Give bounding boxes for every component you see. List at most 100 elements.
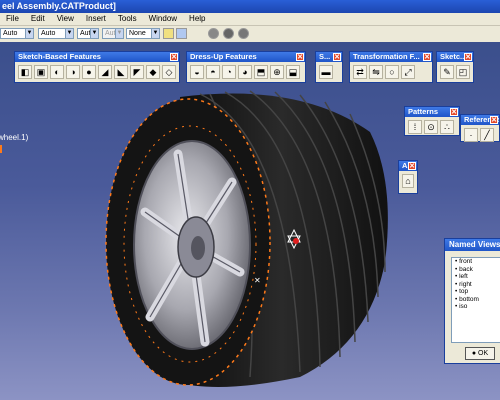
toolbar-title[interactable]: A...✕ [399, 161, 417, 171]
mirror-icon[interactable]: ⇋ [369, 65, 383, 79]
translation-icon[interactable]: ⇄ [353, 65, 367, 79]
layer-combo[interactable]: None ▼ [126, 28, 160, 39]
gear-icon[interactable] [208, 28, 219, 39]
edge-fillet-icon[interactable]: ◒ [190, 65, 204, 79]
toolbar-title-text: Sketch-Based Features [18, 52, 101, 61]
toolbar-title-text: S... [319, 52, 331, 61]
list-item[interactable]: • left [452, 273, 500, 281]
close-icon[interactable]: ✕ [170, 53, 178, 61]
wheel-model[interactable]: ✕ [0, 42, 500, 400]
close-icon[interactable]: ✕ [296, 53, 304, 61]
line-type-combo[interactable]: Auto ▼ [38, 28, 74, 39]
dropdown-arrow-icon[interactable]: ▼ [151, 29, 159, 38]
thread-icon[interactable]: ⊕ [270, 65, 284, 79]
sketch-based-features-toolbar: Sketch-Based Features ✕ ◧ ▣ ◐ ◑ ● ◢ ◣ ◤ ◆… [14, 51, 180, 83]
toolbar-title[interactable]: Sketch-Based Features ✕ [15, 52, 179, 62]
rib-icon[interactable]: ◢ [98, 65, 112, 79]
circular-pattern-icon[interactable]: ⊙ [424, 120, 438, 134]
draft-icon[interactable]: ◔ [222, 65, 236, 79]
menu-bar: File Edit View Insert Tools Window Help [0, 13, 500, 26]
user-pattern-icon[interactable]: ∴ [440, 120, 454, 134]
toolbar-title[interactable]: Patterns ✕ [405, 107, 459, 117]
line-weight-combo[interactable]: Aut ▼ [77, 28, 99, 39]
close-icon[interactable]: ✕ [333, 53, 341, 61]
toolbar-title[interactable]: Sketc... ✕ [437, 52, 473, 62]
transformation-features-toolbar: Transformation F... ✕ ⇄ ⇋ ○ ⤢ [349, 51, 433, 83]
analysis-toolbar: A...✕ ⌂ [398, 160, 418, 194]
view-icon[interactable] [238, 28, 249, 39]
graphic-properties-icon[interactable] [176, 28, 187, 39]
list-item-label: left [459, 273, 468, 280]
spec-tree-node[interactable]: wheel.1) [0, 133, 28, 142]
menu-insert[interactable]: Insert [80, 13, 112, 25]
list-item[interactable]: • bottom [452, 296, 500, 304]
list-item-label: iso [459, 303, 468, 310]
loft-icon[interactable]: ◆ [146, 65, 160, 79]
menu-window[interactable]: Window [143, 13, 183, 25]
measure-icon[interactable]: ⌂ [402, 174, 414, 188]
list-item[interactable]: • back [452, 266, 500, 274]
list-item-label: bottom [459, 295, 479, 303]
list-item[interactable]: • right [452, 281, 500, 289]
positioned-sketch-icon[interactable]: ◰ [456, 65, 470, 79]
surface-toolbar: S... ✕ ▬ [315, 51, 343, 83]
toolbar-title[interactable]: Transformation F... ✕ [350, 52, 432, 62]
dialog-title[interactable]: Named Views [445, 239, 500, 251]
transparency-combo[interactable]: Aut ▼ [102, 28, 124, 39]
menu-tools[interactable]: Tools [112, 13, 143, 25]
dress-up-features-toolbar: Dress-Up Features ✕ ◒ ◓ ◔ ◕ ⬒ ⊕ ⬓ [186, 51, 306, 83]
tree-selection-marker [0, 145, 2, 153]
layer-value: None [129, 30, 146, 37]
sketch-icon[interactable]: ✎ [440, 65, 454, 79]
slot-icon[interactable]: ◣ [114, 65, 128, 79]
named-views-list[interactable]: • front • back • left • right • top • bo… [451, 257, 500, 343]
toolbar-title[interactable]: Reference...✕ [461, 115, 499, 125]
toolbar-title[interactable]: S... ✕ [316, 52, 342, 62]
dropdown-arrow-icon[interactable]: ▼ [65, 29, 73, 38]
close-icon[interactable]: ✕ [464, 53, 472, 61]
close-icon[interactable]: ✕ [450, 108, 458, 116]
scaling-icon[interactable]: ⤢ [401, 65, 415, 79]
hole-icon[interactable]: ● [82, 65, 96, 79]
rectangular-pattern-icon[interactable]: ⁞ [408, 120, 422, 134]
close-icon[interactable]: ✕ [490, 116, 498, 124]
menu-help[interactable]: Help [183, 13, 211, 25]
dropdown-arrow-icon[interactable]: ▼ [115, 29, 123, 38]
3d-viewport[interactable]: ✕ wheel.1) Sketch-Based Features ✕ ◧ ▣ ◐ … [0, 42, 500, 400]
list-item-label: top [459, 288, 469, 295]
menu-view[interactable]: View [51, 13, 80, 25]
reference-elements-toolbar: Reference...✕ · ╱ [460, 114, 500, 142]
named-views-dialog: Named Views • front • back • left • righ… [444, 238, 500, 364]
stiffener-icon[interactable]: ◤ [130, 65, 144, 79]
dropdown-arrow-icon[interactable]: ▼ [25, 29, 33, 38]
point-icon[interactable]: · [464, 128, 478, 142]
line-color-combo[interactable]: Auto ▼ [0, 28, 34, 39]
groove-icon[interactable]: ◑ [66, 65, 80, 79]
pocket-icon[interactable]: ▣ [34, 65, 48, 79]
list-item[interactable]: • iso [452, 303, 500, 311]
pad-icon[interactable]: ◧ [18, 65, 32, 79]
list-item[interactable]: • top [452, 288, 500, 296]
close-icon[interactable]: ✕ [423, 53, 431, 61]
toolbar-title[interactable]: Dress-Up Features ✕ [187, 52, 305, 62]
remove-face-icon[interactable]: ⬓ [286, 65, 300, 79]
dropdown-arrow-icon[interactable]: ▼ [90, 29, 98, 38]
shaft-icon[interactable]: ◐ [50, 65, 64, 79]
list-item[interactable]: • front [452, 258, 500, 266]
chamfer-icon[interactable]: ◓ [206, 65, 220, 79]
menu-edit[interactable]: Edit [25, 13, 51, 25]
shell-icon[interactable]: ◕ [238, 65, 252, 79]
line-weight-value: Aut [80, 30, 91, 37]
patterns-toolbar: Patterns ✕ ⁞ ⊙ ∴ [404, 106, 460, 136]
menu-file[interactable]: File [0, 13, 25, 25]
list-item-label: back [459, 265, 473, 273]
thickness-icon[interactable]: ⬒ [254, 65, 268, 79]
close-icon[interactable]: ✕ [408, 162, 416, 170]
line-icon[interactable]: ╱ [480, 128, 494, 142]
remove-loft-icon[interactable]: ◇ [162, 65, 176, 79]
pattern-icon[interactable]: ○ [385, 65, 399, 79]
surface-icon[interactable]: ▬ [319, 65, 333, 79]
ok-button[interactable]: ● OK [465, 347, 495, 360]
rotate-icon[interactable] [223, 28, 234, 39]
format-painter-icon[interactable] [163, 28, 174, 39]
